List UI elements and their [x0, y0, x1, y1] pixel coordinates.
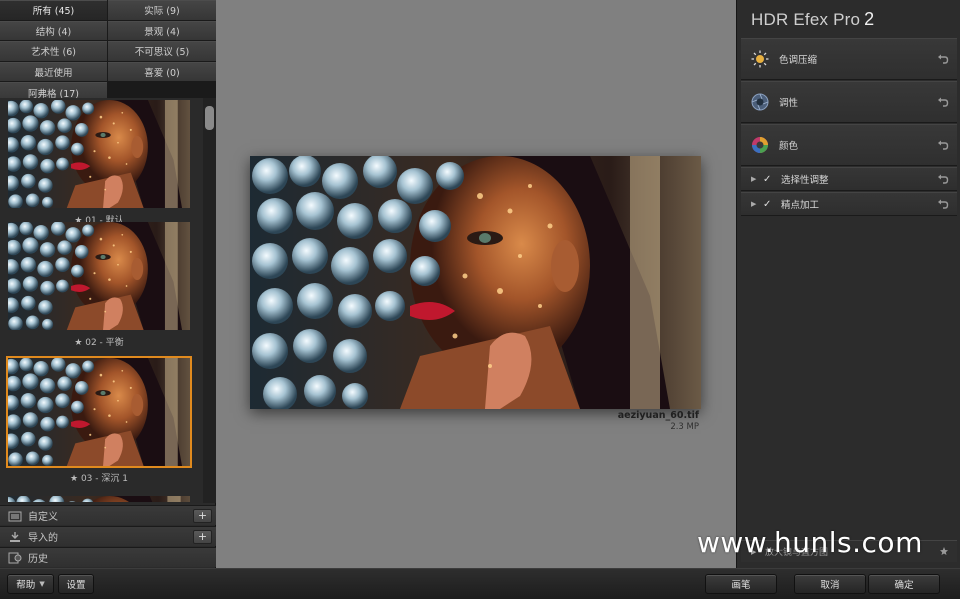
- selective-adjustments-label: 选择性调整: [781, 175, 829, 186]
- preset-category-grid: 所有 (45) 实际 (9) 结构 (4) 景观 (4) 艺术性 (6) 不可思…: [0, 0, 216, 102]
- checkbox-checked-icon[interactable]: ✓: [763, 174, 775, 185]
- app-title: HDR Efex Pro 2: [751, 9, 874, 30]
- preset-item-selected[interactable]: ★ 03 - 深沉 1: [6, 356, 192, 484]
- preset-item[interactable]: [6, 494, 192, 503]
- category-structure[interactable]: 结构 (4): [0, 20, 107, 41]
- settings-button-label: 设置: [66, 580, 86, 591]
- category-surreal[interactable]: 不可思议 (5): [108, 41, 216, 61]
- custom-section-label: 自定义: [28, 512, 58, 523]
- tone-compression-section[interactable]: 色调压缩: [741, 38, 957, 80]
- preset-thumbnail[interactable]: [6, 98, 192, 210]
- category-landscape[interactable]: 景观 (4): [108, 20, 216, 41]
- category-recent[interactable]: 最近使用: [0, 61, 107, 82]
- preset-label: ★ 03 - 深沉 1: [70, 474, 128, 484]
- undo-icon[interactable]: [937, 53, 949, 65]
- custom-folder-icon: [8, 511, 22, 521]
- settings-button[interactable]: 设置: [58, 574, 94, 594]
- aperture-icon: [751, 93, 769, 111]
- history-section-label: 历史: [28, 554, 48, 565]
- preset-thumbnail-list[interactable]: ★ 01 - 默认 ★ 02 - 平衡 ★ 03 - 深沉 1: [0, 98, 203, 503]
- undo-icon[interactable]: [937, 139, 949, 151]
- preset-item[interactable]: ★ 01 - 默认: [6, 98, 192, 226]
- cancel-button-label: 取消: [820, 580, 840, 591]
- undo-icon[interactable]: [937, 173, 949, 185]
- add-imported-button[interactable]: +: [193, 530, 212, 544]
- chevron-down-icon: ▼: [39, 580, 45, 588]
- finishing-label: 精点加工: [781, 200, 820, 211]
- expand-triangle-icon[interactable]: ▶: [751, 200, 759, 208]
- preset-scrollbar[interactable]: [203, 98, 216, 503]
- app-version: 2: [864, 9, 875, 29]
- history-section[interactable]: 历史: [0, 547, 216, 567]
- brush-button-label: 画笔: [731, 580, 751, 591]
- preset-item[interactable]: ★ 02 - 平衡: [6, 220, 192, 348]
- preset-browser-panel: 所有 (45) 实际 (9) 结构 (4) 景观 (4) 艺术性 (6) 不可思…: [0, 0, 216, 568]
- custom-section[interactable]: 自定义 +: [0, 505, 216, 525]
- undo-icon[interactable]: [937, 96, 949, 108]
- adjustments-panel: HDR Efex Pro 2 色调压缩 调性 颜色 ▶ ✓ 选择性调整 ▶ ✓ …: [736, 0, 960, 568]
- cancel-button[interactable]: 取消: [794, 574, 866, 594]
- watermark: www.hunls.com: [697, 526, 923, 559]
- add-custom-button[interactable]: +: [193, 509, 212, 523]
- app-name: HDR Efex Pro: [751, 10, 861, 29]
- scrollbar-thumb[interactable]: [205, 106, 214, 130]
- category-realistic[interactable]: 实际 (9): [108, 0, 216, 20]
- help-button[interactable]: 帮助 ▼: [7, 574, 54, 594]
- bottom-toolbar: 帮助 ▼ 设置 画笔 取消 确定: [0, 568, 960, 599]
- help-button-label: 帮助: [16, 580, 36, 591]
- image-file-name: aeziyuan_60.tif: [617, 410, 699, 421]
- preset-label: ★ 02 - 平衡: [74, 338, 124, 348]
- color-section[interactable]: 颜色: [741, 124, 957, 166]
- preview-image[interactable]: [250, 156, 701, 409]
- color-wheel-icon: [752, 137, 768, 153]
- finishing-section[interactable]: ▶ ✓ 精点加工: [741, 192, 957, 216]
- category-artistic[interactable]: 艺术性 (6): [0, 41, 107, 61]
- image-file-size: 2.3 MP: [670, 422, 699, 432]
- preview-canvas[interactable]: aeziyuan_60.tif 2.3 MP: [216, 0, 736, 568]
- color-label: 颜色: [779, 141, 799, 152]
- checkbox-checked-icon[interactable]: ✓: [763, 199, 775, 210]
- tone-compression-label: 色调压缩: [779, 55, 818, 66]
- history-icon: [8, 552, 22, 563]
- expand-triangle-icon[interactable]: ▶: [751, 175, 759, 183]
- preset-thumbnail[interactable]: [6, 356, 192, 468]
- ok-button-label: 确定: [894, 580, 914, 591]
- preset-thumbnail[interactable]: [6, 494, 192, 503]
- tonality-label: 调性: [779, 98, 799, 109]
- ok-button[interactable]: 确定: [868, 574, 940, 594]
- undo-icon[interactable]: [937, 198, 949, 210]
- tonality-section[interactable]: 调性: [741, 81, 957, 123]
- import-icon: [10, 531, 20, 542]
- category-favorites[interactable]: 喜爱 (0): [108, 61, 216, 82]
- imported-section[interactable]: 导入的 +: [0, 526, 216, 546]
- brush-button[interactable]: 画笔: [705, 574, 777, 594]
- pin-icon[interactable]: [939, 546, 949, 556]
- sun-icon: [751, 50, 769, 68]
- preset-thumbnail[interactable]: [6, 220, 192, 332]
- selective-adjustments-section[interactable]: ▶ ✓ 选择性调整: [741, 167, 957, 191]
- category-all[interactable]: 所有 (45): [0, 0, 107, 20]
- imported-section-label: 导入的: [28, 533, 58, 544]
